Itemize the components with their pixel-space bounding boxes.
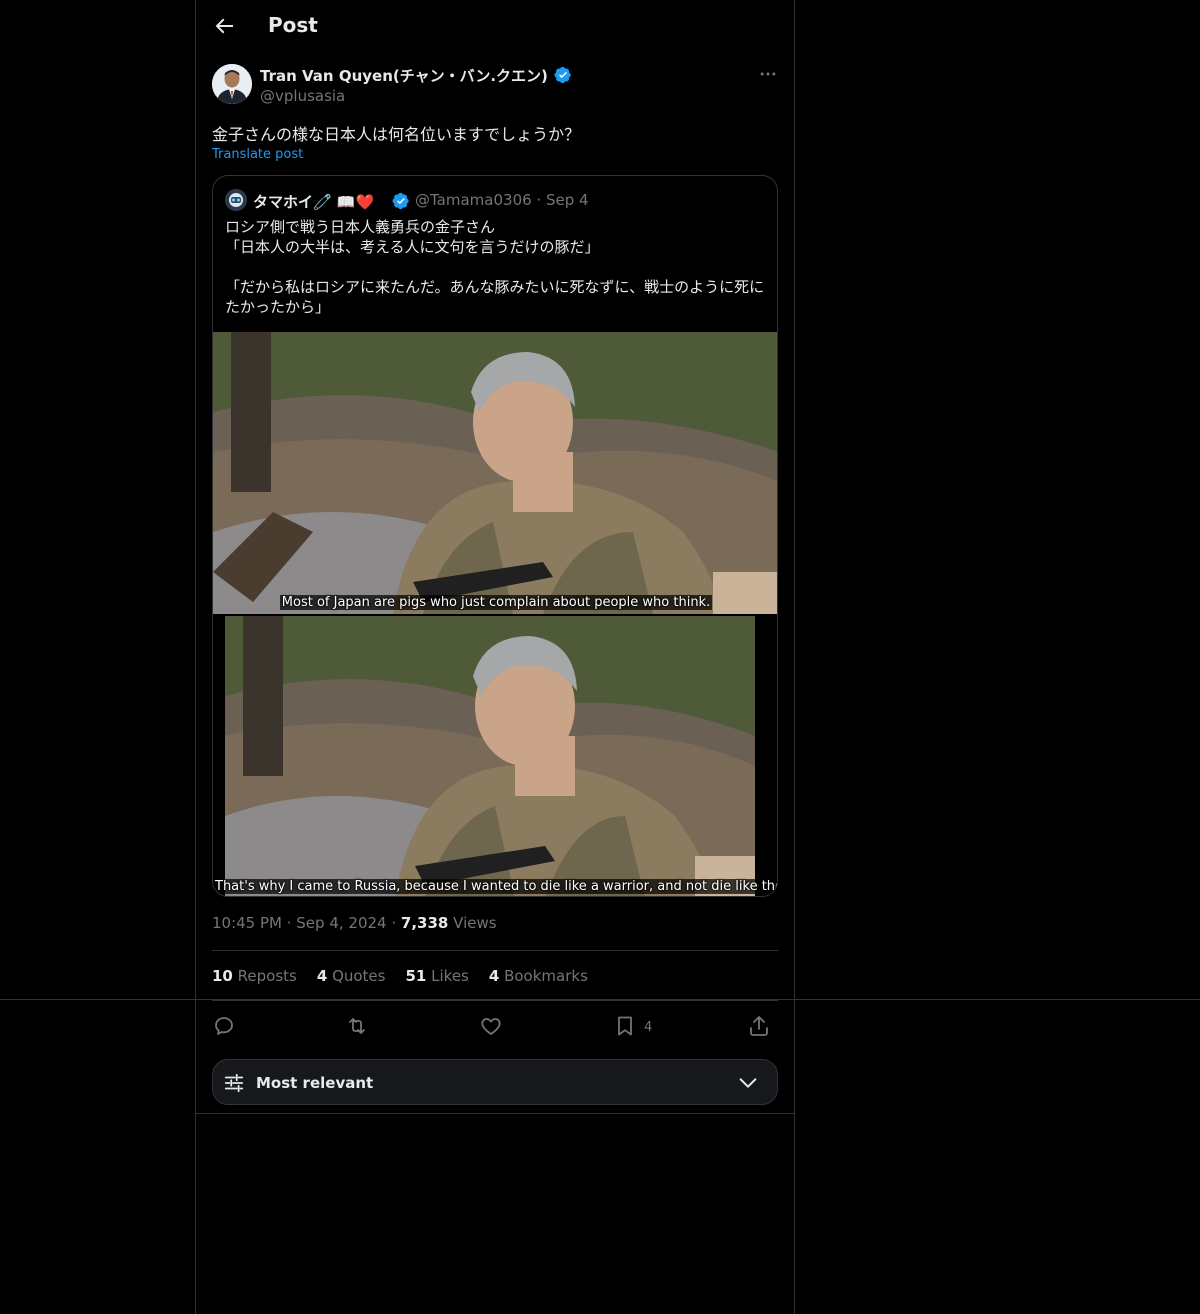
soldier-photo-image xyxy=(213,332,777,614)
page-title: Post xyxy=(268,13,318,37)
quoted-text: ロシア側で戦う日本人義勇兵の金子さん 「日本人の大半は、考える人に文句を言うだけ… xyxy=(225,218,765,316)
quoted-verified-badge-icon xyxy=(392,192,409,210)
reply-sort-dropdown[interactable]: Most relevant xyxy=(212,1059,778,1105)
soldier-photo-image xyxy=(213,616,777,896)
quoted-handle: @Tamama0306 xyxy=(415,191,532,209)
author-name-text: Tran Van Quyen(チャン・バン.クエン) xyxy=(260,67,548,85)
bookmark-icon[interactable] xyxy=(613,1014,637,1038)
views-label: Views xyxy=(453,914,497,932)
likes-stat[interactable]: 51 Likes xyxy=(405,967,468,985)
author-name[interactable]: Tran Van Quyen(チャン・バン.クエン) xyxy=(260,65,572,86)
post-stats: 10 Reposts 4 Quotes 51 Likes 4 Bookmarks xyxy=(212,967,608,985)
post-meta: 10:45 PM · Sep 4, 2024 · 7,338 Views xyxy=(212,914,497,932)
like-icon[interactable] xyxy=(479,1014,503,1038)
image-2-caption: That's why I came to Russia, because I w… xyxy=(213,879,777,894)
views-count: 7,338 xyxy=(400,914,449,932)
quoted-author-name: タマホイ🧷 📖❤️ xyxy=(253,193,375,211)
quotes-stat[interactable]: 4 Quotes xyxy=(317,967,386,985)
avatar[interactable] xyxy=(212,64,252,104)
divider xyxy=(212,1000,778,1001)
back-arrow-icon[interactable] xyxy=(212,14,236,38)
post-author: Tran Van Quyen(チャン・バン.クエン) @vplusasia xyxy=(212,64,778,108)
bookmarks-stat[interactable]: 4 Bookmarks xyxy=(489,967,588,985)
verified-badge-icon xyxy=(554,66,571,84)
quoted-post-header: タマホイ🧷 📖❤️ @Tamama0306 · Sep 4 xyxy=(225,188,765,212)
translate-post-link[interactable]: Translate post xyxy=(212,147,303,162)
quoted-meta: @Tamama0306 · Sep 4 xyxy=(415,191,589,209)
action-bar: 4 xyxy=(212,1014,778,1040)
quoted-image-1[interactable]: Most of Japan are pigs who just complain… xyxy=(213,332,777,614)
reply-icon[interactable] xyxy=(212,1014,236,1038)
divider xyxy=(212,950,778,951)
section-border xyxy=(196,1113,794,1114)
repost-icon[interactable] xyxy=(345,1014,369,1038)
reposts-stat[interactable]: 10 Reposts xyxy=(212,967,297,985)
quoted-date: Sep 4 xyxy=(545,191,589,209)
sort-label: Most relevant xyxy=(256,1074,374,1092)
post-text: 金子さんの様な日本人は何名位いますでしょうか？ xyxy=(212,125,581,144)
sliders-icon xyxy=(224,1073,244,1093)
more-options-icon[interactable] xyxy=(758,64,778,84)
chevron-down-icon xyxy=(739,1078,757,1088)
image-1-caption: Most of Japan are pigs who just complain… xyxy=(279,595,713,610)
header: Post xyxy=(196,0,794,53)
post-column: Post Tran Van Quyen(チャン・バン.クエン) @vplusas… xyxy=(195,0,795,1314)
author-handle[interactable]: @vplusasia xyxy=(260,87,345,105)
share-icon[interactable] xyxy=(747,1014,771,1038)
post-timestamp[interactable]: 10:45 PM · Sep 4, 2024 xyxy=(212,914,387,932)
quoted-avatar xyxy=(225,189,247,211)
quoted-post[interactable]: タマホイ🧷 📖❤️ @Tamama0306 · Sep 4 ロシア側で戦う日本人… xyxy=(212,175,778,897)
quoted-image-2[interactable]: That's why I came to Russia, because I w… xyxy=(213,616,777,896)
bookmark-count: 4 xyxy=(644,1020,653,1035)
